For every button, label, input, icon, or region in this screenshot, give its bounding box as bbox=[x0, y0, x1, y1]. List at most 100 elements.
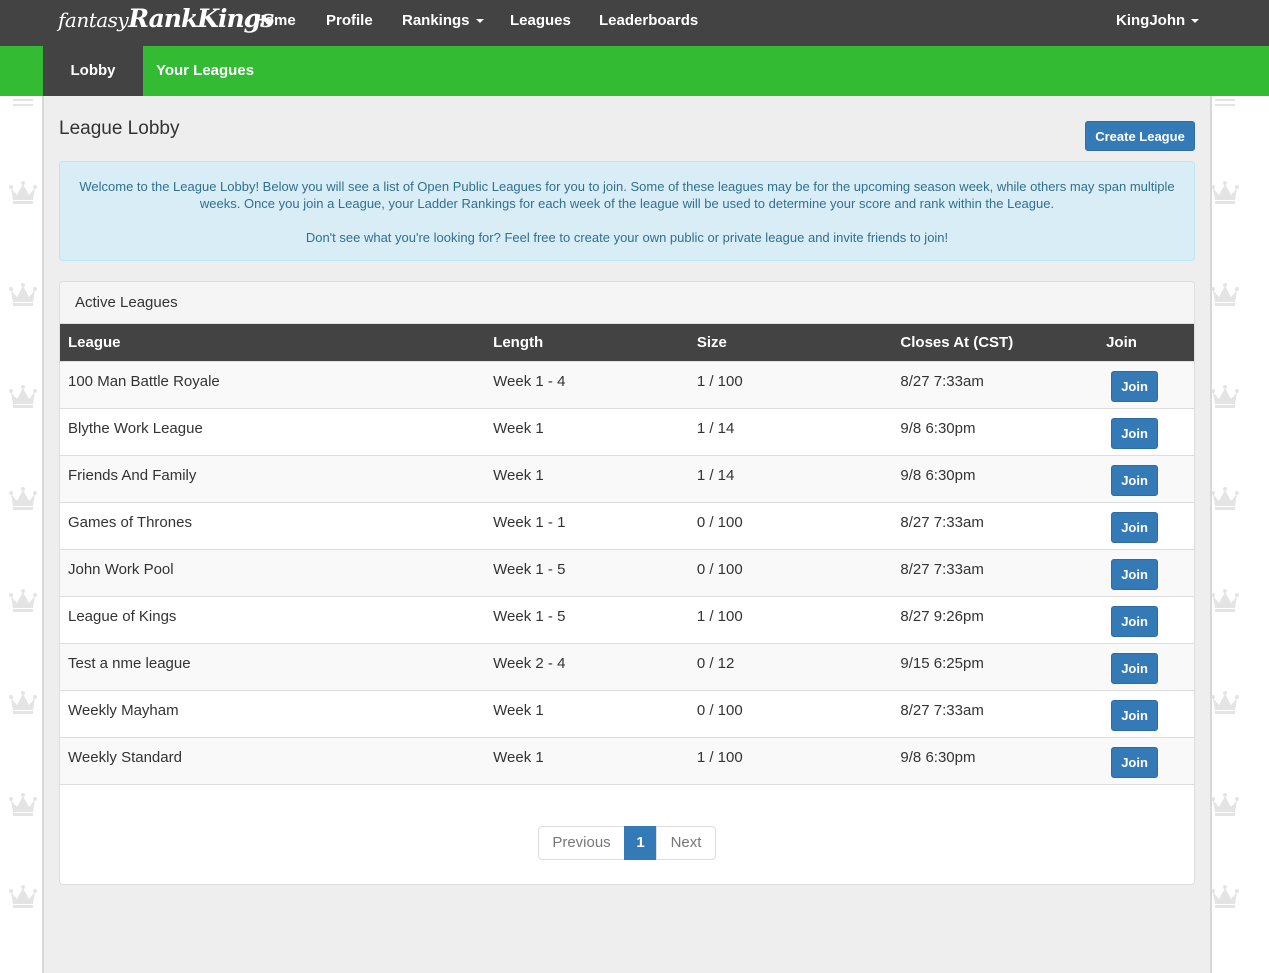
column-header-league[interactable]: League bbox=[60, 324, 485, 361]
nav-rankings-dropdown[interactable]: Rankings bbox=[402, 0, 484, 46]
crown-icon bbox=[8, 384, 38, 410]
join-cell: Join bbox=[1098, 596, 1194, 643]
league-size-cell: 0 / 12 bbox=[696, 654, 735, 672]
join-cell: Join bbox=[1098, 737, 1194, 784]
column-header-length[interactable]: Length bbox=[485, 324, 689, 361]
column-header-size[interactable]: Size bbox=[689, 324, 893, 361]
league-length-cell: Week 1 bbox=[493, 748, 544, 766]
crown-icon bbox=[8, 282, 38, 308]
join-league-button[interactable]: Join bbox=[1111, 511, 1159, 543]
league-size-cell: 1 / 100 bbox=[696, 607, 743, 625]
create-league-button[interactable]: Create League bbox=[1085, 121, 1195, 151]
top-navbar: fantasy RankKings Home Profile Rankings … bbox=[0, 0, 1269, 46]
sub-navbar: Lobby Your Leagues bbox=[0, 46, 1269, 96]
leagues-table: League Length Size Closes At (CST) Join … bbox=[60, 324, 1194, 785]
table-header-row: League Length Size Closes At (CST) Join bbox=[60, 324, 1194, 361]
crown-icon bbox=[1210, 588, 1240, 614]
chevron-down-icon bbox=[475, 19, 484, 24]
nav-leagues-link[interactable]: Leagues bbox=[510, 0, 571, 46]
join-cell: Join bbox=[1098, 455, 1194, 502]
crown-icon bbox=[8, 96, 38, 108]
main-content: League Lobby Create League Welcome to th… bbox=[42, 96, 1212, 973]
column-header-closes-at[interactable]: Closes At (CST) bbox=[892, 324, 1098, 361]
join-league-button[interactable]: Join bbox=[1111, 652, 1159, 684]
join-cell: Join bbox=[1098, 408, 1194, 455]
crown-icon bbox=[8, 486, 38, 512]
tab-your-leagues[interactable]: Your Leagues bbox=[143, 46, 267, 96]
nav-leaderboards-link[interactable]: Leaderboards bbox=[599, 0, 698, 46]
league-closes-cell: 8/27 7:33am bbox=[900, 513, 984, 531]
tab-lobby[interactable]: Lobby bbox=[43, 46, 143, 96]
user-menu-dropdown[interactable]: KingJohn bbox=[1116, 0, 1200, 46]
nav-home-link[interactable]: Home bbox=[254, 0, 296, 46]
league-name-cell: Weekly Standard bbox=[68, 748, 182, 766]
brand-logo-part2: RankKings bbox=[128, 4, 274, 33]
pagination-page-1[interactable]: 1 bbox=[624, 826, 657, 860]
league-length-cell: Week 1 - 5 bbox=[493, 560, 566, 578]
crown-icon bbox=[8, 588, 38, 614]
league-size-cell: 1 / 100 bbox=[696, 748, 743, 766]
alert-create-text: Don't see what you're looking for? Feel … bbox=[305, 230, 949, 245]
chevron-down-icon bbox=[1191, 19, 1200, 24]
crown-icon bbox=[1210, 690, 1240, 716]
crown-icon bbox=[1210, 384, 1240, 410]
table-row: John Work Pool Week 1 - 5 0 / 100 8/27 7:33… bbox=[60, 549, 1194, 596]
join-league-button[interactable]: Join bbox=[1111, 605, 1159, 637]
table-row: Test a nme league Week 2 - 4 0 / 12 9/15 6:… bbox=[60, 643, 1194, 690]
column-header-join: Join bbox=[1106, 333, 1137, 351]
table-row: Weekly Mayham Week 1 0 / 100 8/27 7:33am Joi… bbox=[60, 690, 1194, 737]
league-name-cell: Blythe Work League bbox=[68, 419, 203, 437]
table-row: Friends And Family Week 1 1 / 14 9/8 6:30pm… bbox=[60, 455, 1194, 502]
league-length-cell: Week 1 bbox=[493, 419, 544, 437]
join-league-button[interactable]: Join bbox=[1111, 417, 1159, 449]
join-cell: Join bbox=[1098, 502, 1194, 549]
league-name-cell: Weekly Mayham bbox=[68, 701, 179, 719]
user-name: KingJohn bbox=[1116, 12, 1186, 29]
crown-icon bbox=[8, 792, 38, 818]
league-closes-cell: 9/15 6:25pm bbox=[900, 654, 984, 672]
join-league-button[interactable]: Join bbox=[1111, 464, 1159, 496]
table-row: League of Kings Week 1 - 5 1 / 100 8/27 9:2… bbox=[60, 596, 1194, 643]
table-row: Games of Thrones Week 1 - 1 0 / 100 8/27 7:… bbox=[60, 502, 1194, 549]
league-length-cell: Week 1 - 5 bbox=[493, 607, 566, 625]
page-title: League Lobby bbox=[59, 118, 180, 139]
join-cell: Join bbox=[1098, 549, 1194, 596]
crown-icon bbox=[1210, 884, 1240, 910]
league-closes-cell: 9/8 6:30pm bbox=[900, 419, 976, 437]
league-length-cell: Week 1 - 1 bbox=[493, 513, 566, 531]
league-closes-cell: 9/8 6:30pm bbox=[900, 466, 976, 484]
league-length-cell: Week 1 - 4 bbox=[493, 372, 566, 390]
league-name-cell: 100 Man Battle Royale bbox=[68, 372, 220, 390]
league-name-cell: Test a nme league bbox=[68, 654, 191, 672]
league-length-cell: Week 1 bbox=[493, 701, 544, 719]
brand-logo[interactable]: fantasy RankKings bbox=[58, 4, 274, 42]
league-name-cell: Games of Thrones bbox=[68, 513, 192, 531]
join-league-button[interactable]: Join bbox=[1111, 558, 1159, 590]
league-size-cell: 0 / 100 bbox=[696, 513, 743, 531]
pagination-previous[interactable]: Previous bbox=[538, 826, 625, 860]
join-cell: Join bbox=[1098, 690, 1194, 737]
league-closes-cell: 8/27 7:33am bbox=[900, 701, 984, 719]
join-league-button[interactable]: Join bbox=[1111, 699, 1159, 731]
active-leagues-panel: Active Leagues League Length Size Closes… bbox=[59, 281, 1195, 885]
crown-icon bbox=[8, 690, 38, 716]
nav-profile-link[interactable]: Profile bbox=[326, 0, 373, 46]
league-length-cell: Week 1 bbox=[493, 466, 544, 484]
panel-heading: Active Leagues bbox=[60, 282, 1194, 324]
table-row: Blythe Work League Week 1 1 / 14 9/8 6:30pm… bbox=[60, 408, 1194, 455]
league-size-cell: 1 / 14 bbox=[696, 419, 735, 437]
league-size-cell: 0 / 100 bbox=[696, 560, 743, 578]
league-closes-cell: 8/27 7:33am bbox=[900, 372, 984, 390]
table-row: 100 Man Battle Royale Week 1 - 4 1 / 100 8/… bbox=[60, 361, 1194, 408]
pagination-next[interactable]: Next bbox=[656, 826, 716, 860]
pagination: Previous 1 Next bbox=[538, 826, 716, 860]
join-league-button[interactable]: Join bbox=[1111, 746, 1159, 778]
league-closes-cell: 8/27 9:26pm bbox=[900, 607, 984, 625]
crown-icon bbox=[1210, 486, 1240, 512]
join-cell: Join bbox=[1098, 643, 1194, 690]
info-alert: Welcome to the League Lobby! Below you w… bbox=[59, 161, 1195, 261]
crown-icon bbox=[1210, 96, 1240, 108]
alert-welcome-text: Welcome to the League Lobby! Below you w… bbox=[79, 179, 1175, 211]
join-league-button[interactable]: Join bbox=[1111, 370, 1159, 402]
brand-logo-part1: fantasy bbox=[58, 8, 129, 32]
